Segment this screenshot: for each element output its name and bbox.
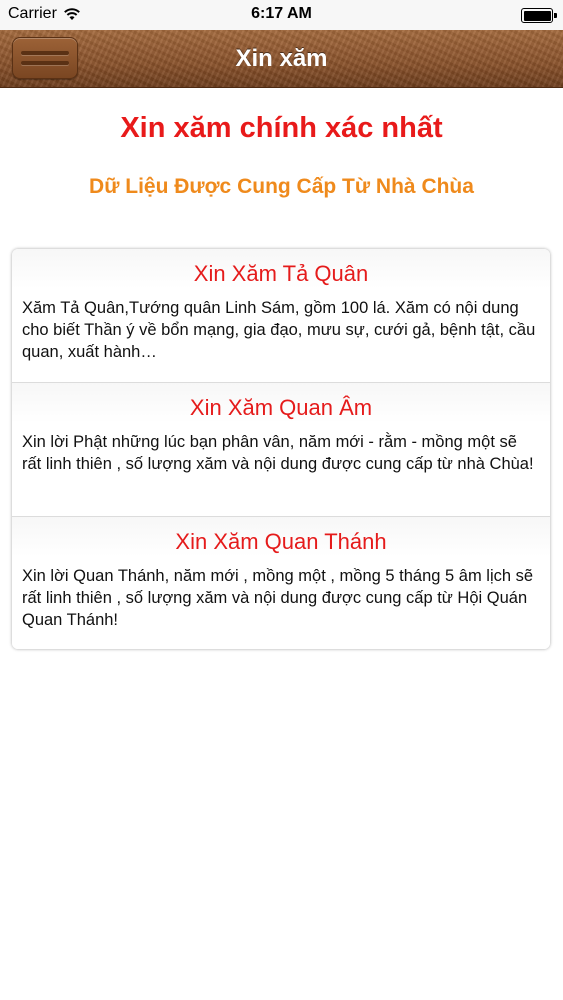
list-item-quan-am[interactable]: Xin Xăm Quan Âm Xin lời Phật những lúc b… [12,383,550,517]
list-item-title: Xin Xăm Tả Quân [193,261,369,286]
list-item-description: Xin lời Phật những lúc bạn phân vân, năm… [22,433,534,473]
list-item-ta-quan[interactable]: Xin Xăm Tả Quân Xăm Tả Quân,Tướng quân L… [12,249,550,383]
page-title: Xin xăm chính xác nhất [120,112,443,144]
status-bar: Carrier 6:17 AM [0,0,563,30]
list-item-title: Xin Xăm Quan Âm [189,395,373,420]
page-subtitle: Dữ Liệu Được Cung Cấp Từ Nhà Chùa [89,175,474,198]
battery-fill [523,10,551,21]
fortune-list: Xin Xăm Tả Quân Xăm Tả Quân,Tướng quân L… [12,249,550,649]
list-item-description: Xin lời Quan Thánh, năm mới , mồng một ,… [22,567,534,629]
navigation-bar: Xin xăm [0,30,563,88]
list-item-title: Xin Xăm Quan Thánh [175,529,387,554]
menu-button[interactable] [12,37,78,79]
hamburger-menu-icon [21,51,69,55]
battery-icon [521,8,557,23]
status-time: 6:17 AM [251,5,312,22]
nav-title: Xin xăm [235,45,328,72]
list-item-quan-thanh[interactable]: Xin Xăm Quan Thánh Xin lời Quan Thánh, n… [12,517,550,649]
hamburger-menu-icon-line [21,61,69,65]
list-item-description: Xăm Tả Quân,Tướng quân Linh Sám, gồm 100… [22,299,536,361]
